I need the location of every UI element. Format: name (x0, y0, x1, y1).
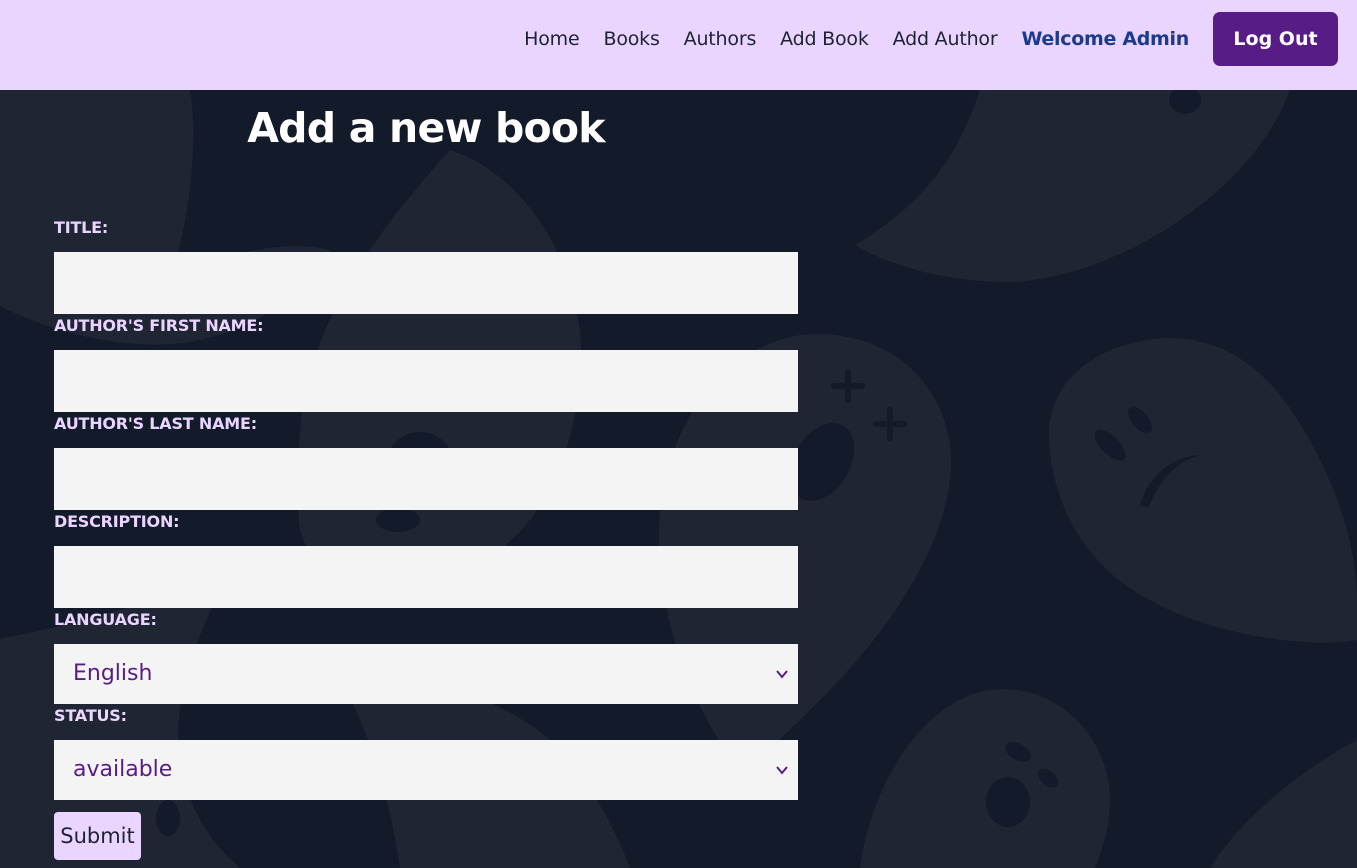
language-select[interactable]: English (54, 644, 798, 704)
nav-link-books[interactable]: Books (603, 28, 659, 50)
page-title: Add a new book (247, 104, 605, 152)
status-label: STATUS: (54, 706, 127, 725)
status-select[interactable]: available (54, 740, 798, 800)
submit-button[interactable]: Submit (54, 812, 141, 860)
top-navbar: Home Books Authors Add Book Add Author W… (0, 0, 1357, 90)
first-name-input[interactable] (54, 350, 798, 412)
first-name-label: AUTHOR'S FIRST NAME: (54, 316, 264, 335)
add-book-form: TITLE: AUTHOR'S FIRST NAME: AUTHOR'S LAS… (54, 216, 798, 860)
nav-links: Home Books Authors Add Book Add Author W… (524, 12, 1338, 66)
description-input[interactable] (54, 546, 798, 608)
title-input[interactable] (54, 252, 798, 314)
language-selected-value: English (73, 661, 153, 686)
title-label: TITLE: (54, 218, 109, 237)
last-name-input[interactable] (54, 448, 798, 510)
logout-button[interactable]: Log Out (1213, 12, 1338, 66)
welcome-message: Welcome Admin (1021, 28, 1189, 50)
nav-link-home[interactable]: Home (524, 28, 580, 50)
nav-link-add-author[interactable]: Add Author (893, 28, 998, 50)
language-label: LANGUAGE: (54, 610, 157, 629)
status-selected-value: available (73, 757, 173, 782)
chevron-down-icon (776, 766, 788, 775)
nav-link-authors[interactable]: Authors (684, 28, 757, 50)
nav-link-add-book[interactable]: Add Book (780, 28, 869, 50)
last-name-label: AUTHOR'S LAST NAME: (54, 414, 257, 433)
chevron-down-icon (776, 670, 788, 679)
description-label: DESCRIPTION: (54, 512, 180, 531)
